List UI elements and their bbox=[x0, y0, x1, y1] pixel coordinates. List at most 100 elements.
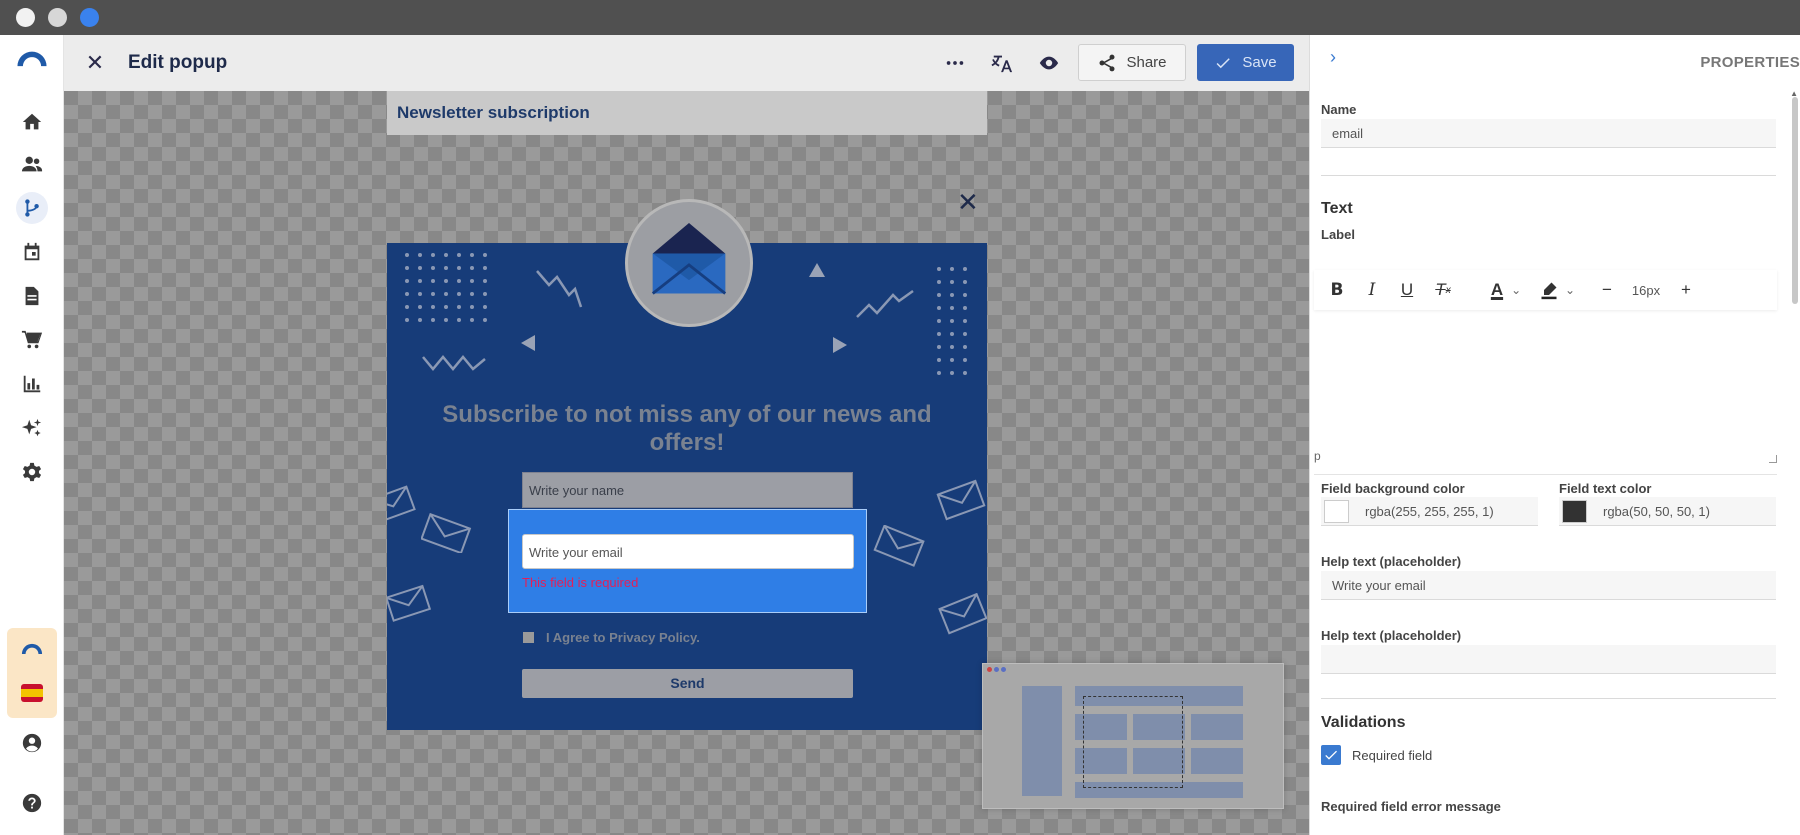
decrease-font-size-icon[interactable]: − bbox=[1596, 278, 1618, 302]
panel-title: PROPERTIES bbox=[1700, 54, 1800, 71]
popup-close-icon[interactable]: ✕ bbox=[957, 187, 979, 218]
label-rich-text-editor[interactable] bbox=[1314, 315, 1777, 475]
name-input[interactable]: Write your name bbox=[522, 472, 853, 508]
cart-icon[interactable] bbox=[16, 324, 48, 356]
text-color-swatch[interactable] bbox=[1562, 500, 1587, 523]
background-color-swatch[interactable] bbox=[1324, 500, 1349, 523]
settings-icon[interactable] bbox=[16, 456, 48, 488]
font-size-value[interactable]: 16px bbox=[1626, 278, 1666, 302]
properties-panel: › PROPERTIES Name email Text Label B I U… bbox=[1309, 35, 1800, 835]
home-icon[interactable] bbox=[16, 106, 48, 138]
text-section-title: Text bbox=[1321, 200, 1353, 217]
divider bbox=[1321, 175, 1776, 176]
triangle-decoration-icon bbox=[521, 335, 535, 351]
envelope-decoration-icon bbox=[936, 479, 986, 521]
dot-pattern-left bbox=[405, 253, 487, 322]
check-icon bbox=[1216, 57, 1231, 68]
close-editor-button[interactable]: ✕ bbox=[82, 50, 108, 76]
text-color-value: rgba(50, 50, 50, 1) bbox=[1603, 504, 1710, 519]
required-error-label: Required field error message bbox=[1321, 799, 1501, 814]
panel-scrollbar[interactable] bbox=[1792, 97, 1798, 304]
preview-eye-icon[interactable] bbox=[1035, 49, 1063, 77]
underline-icon[interactable]: U bbox=[1396, 278, 1418, 302]
minimap-dot-icon bbox=[987, 667, 992, 672]
help-text-label-2: Help text (placeholder) bbox=[1321, 628, 1462, 643]
minimap-viewport[interactable] bbox=[1083, 696, 1183, 788]
minimap-block bbox=[1191, 714, 1243, 740]
popup-name-strip: Newsletter subscription bbox=[387, 91, 987, 135]
save-button[interactable]: Save bbox=[1197, 44, 1294, 81]
field-text-color-label: Field text color bbox=[1559, 481, 1652, 496]
calendar-icon[interactable] bbox=[16, 236, 48, 268]
share-button[interactable]: Share bbox=[1078, 44, 1186, 81]
field-background-color-input[interactable]: rgba(255, 255, 255, 1) bbox=[1321, 497, 1538, 526]
envelope-decoration-icon bbox=[387, 485, 416, 521]
envelope-decoration-icon bbox=[938, 593, 987, 635]
page-title: Edit popup bbox=[128, 52, 228, 73]
required-field-label: Required field bbox=[1352, 748, 1433, 763]
background-color-value: rgba(255, 255, 255, 1) bbox=[1365, 504, 1494, 519]
spain-flag-icon bbox=[21, 684, 43, 702]
minimap-block bbox=[1191, 748, 1243, 774]
name-field[interactable]: email bbox=[1321, 119, 1776, 148]
help-text-field[interactable]: Write your email bbox=[1321, 571, 1776, 600]
canvas-minimap[interactable] bbox=[982, 663, 1284, 809]
text-color-icon[interactable]: A ⌄ bbox=[1486, 278, 1526, 302]
share-icon bbox=[1099, 54, 1115, 71]
window-close-button[interactable] bbox=[16, 8, 35, 27]
editor-canvas[interactable]: Newsletter subscription ✕ Subscribe to n… bbox=[64, 91, 1309, 835]
clear-format-icon[interactable]: Tx bbox=[1431, 278, 1455, 302]
automation-icon[interactable] bbox=[16, 192, 48, 224]
envelope-badge bbox=[625, 199, 753, 327]
contacts-icon[interactable] bbox=[16, 148, 48, 180]
email-error-message: This field is required bbox=[522, 575, 639, 590]
field-text-color-input[interactable]: rgba(50, 50, 50, 1) bbox=[1559, 497, 1776, 526]
rich-text-toolbar: B I U Tx A ⌄ ⌄ − 16px + bbox=[1314, 270, 1777, 310]
highlight-color-icon[interactable]: ⌄ bbox=[1536, 278, 1578, 302]
minimap-dot-icon bbox=[1001, 667, 1006, 672]
bold-icon[interactable]: B bbox=[1326, 278, 1348, 302]
main-sidebar bbox=[0, 35, 64, 835]
wave-decoration-icon bbox=[422, 355, 486, 371]
save-label: Save bbox=[1242, 54, 1277, 71]
envelope-decoration-icon bbox=[421, 513, 472, 553]
zigzag-decoration-icon bbox=[536, 270, 583, 308]
envelope-decoration-icon bbox=[873, 525, 925, 567]
privacy-agreement[interactable]: I Agree to Privacy Policy. bbox=[523, 630, 700, 645]
sparkles-icon[interactable] bbox=[16, 412, 48, 444]
promo-logo-icon bbox=[21, 642, 43, 660]
divider bbox=[1321, 698, 1776, 699]
increase-font-size-icon[interactable]: + bbox=[1675, 278, 1697, 302]
name-label: Name bbox=[1321, 102, 1357, 117]
help-text-field-2[interactable] bbox=[1321, 645, 1776, 674]
collapse-panel-icon[interactable]: › bbox=[1330, 47, 1336, 68]
window-title-bar bbox=[0, 0, 1800, 35]
resize-handle-icon[interactable] bbox=[1769, 455, 1777, 463]
popup-heading[interactable]: Subscribe to not miss any of our news an… bbox=[417, 401, 957, 457]
window-zoom-button[interactable] bbox=[80, 8, 99, 27]
triangle-decoration-icon bbox=[809, 263, 825, 277]
editor-header: ✕ Edit popup Share Save bbox=[64, 35, 1309, 91]
privacy-checkbox[interactable] bbox=[523, 632, 534, 643]
more-options-icon[interactable] bbox=[941, 49, 969, 77]
promo-card[interactable] bbox=[7, 628, 57, 718]
brand-logo-icon[interactable] bbox=[14, 47, 50, 69]
send-button[interactable]: Send bbox=[522, 669, 853, 698]
label-label: Label bbox=[1321, 227, 1355, 242]
envelope-decoration-icon bbox=[387, 584, 431, 622]
scroll-up-icon[interactable]: ▲ bbox=[1790, 89, 1798, 98]
account-icon[interactable] bbox=[16, 727, 48, 759]
required-field-checkbox[interactable] bbox=[1321, 745, 1341, 765]
document-icon[interactable] bbox=[16, 280, 48, 312]
analytics-icon[interactable] bbox=[16, 368, 48, 400]
privacy-label: I Agree to Privacy Policy. bbox=[546, 630, 700, 645]
help-icon[interactable] bbox=[16, 787, 48, 819]
validations-section-title: Validations bbox=[1321, 714, 1406, 731]
italic-icon[interactable]: I bbox=[1361, 278, 1383, 302]
check-icon bbox=[1325, 750, 1337, 760]
selected-email-field-block[interactable]: Write your email This field is required bbox=[508, 509, 867, 613]
translate-icon[interactable] bbox=[988, 49, 1016, 77]
email-input[interactable]: Write your email bbox=[522, 534, 854, 569]
window-minimize-button[interactable] bbox=[48, 8, 67, 27]
dot-pattern-right bbox=[937, 267, 967, 375]
